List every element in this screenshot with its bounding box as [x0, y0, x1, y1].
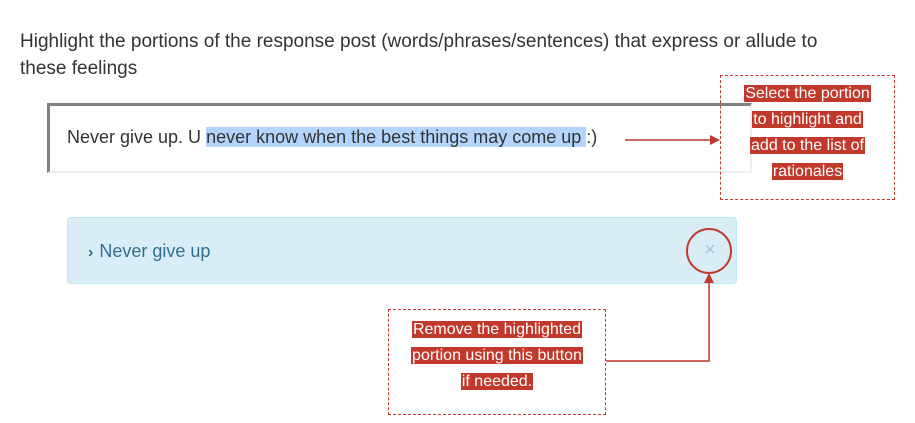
- remove-portion-callout: Remove the highlighted portion using thi…: [388, 309, 606, 415]
- rationale-toggle[interactable]: › Never give up: [88, 240, 210, 264]
- callout-line: rationales: [771, 163, 844, 180]
- callout-line: add to the list of: [750, 137, 865, 154]
- callout-line: portion using this button: [411, 347, 583, 364]
- response-post-box[interactable]: Never give up. U never know when the bes…: [47, 103, 752, 173]
- close-icon: ×: [704, 239, 716, 261]
- instruction-text: Highlight the portions of the response p…: [20, 31, 818, 79]
- select-portion-callout: Select the portion to highlight and add …: [720, 75, 895, 200]
- post-text-after: :): [586, 127, 598, 147]
- callout-line: Remove the highlighted: [411, 321, 583, 338]
- response-post-text[interactable]: Never give up. U never know when the bes…: [67, 126, 597, 148]
- callout-line: to highlight and: [752, 111, 863, 128]
- remove-annotation-arrow: [606, 273, 714, 362]
- rationale-item: › Never give up ×: [67, 217, 737, 284]
- post-text-before: Never give up. U: [67, 127, 207, 147]
- post-highlighted-selection[interactable]: never know when the best things may come…: [206, 127, 587, 147]
- rationale-label: Never give up: [99, 241, 211, 261]
- remove-rationale-button[interactable]: ×: [698, 238, 722, 262]
- chevron-right-icon: ›: [88, 244, 94, 261]
- callout-line: if needed.: [460, 373, 534, 390]
- callout-line: Select the portion: [744, 85, 871, 102]
